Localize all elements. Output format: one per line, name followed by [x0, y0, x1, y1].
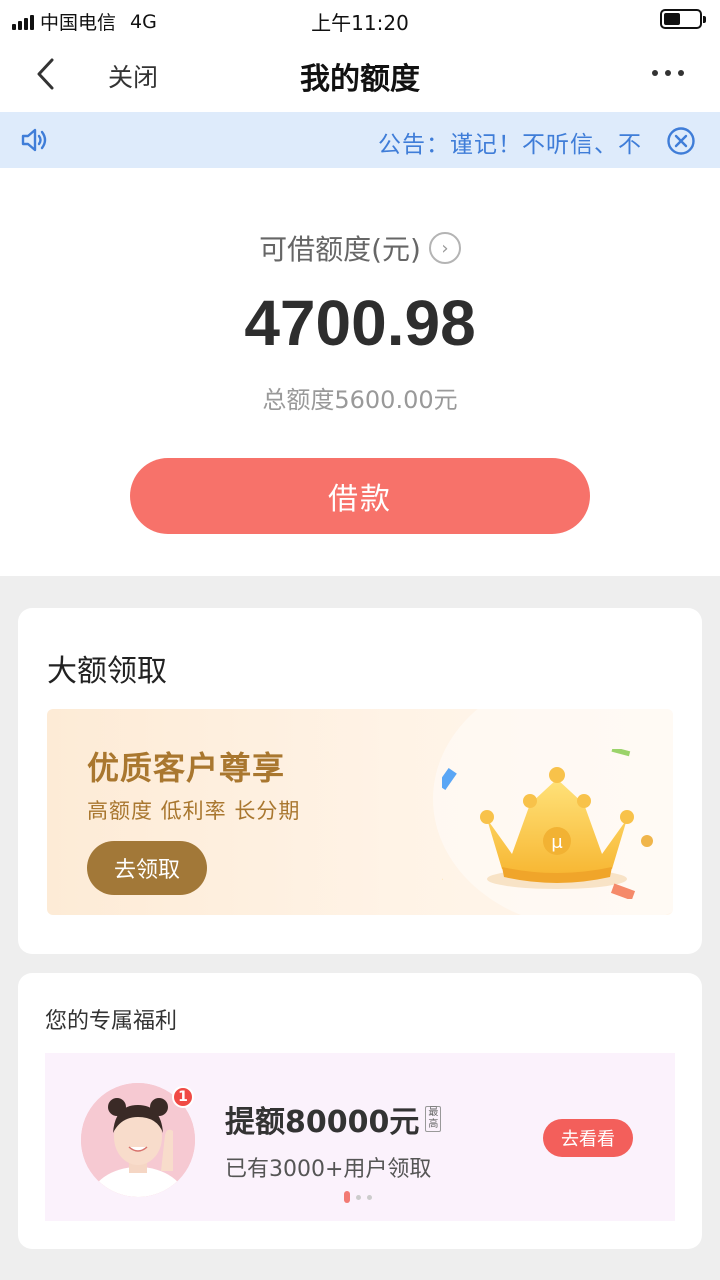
available-label-row: 可借额度(元) ›	[0, 228, 720, 268]
status-bar: 中国电信 4G 上午11:20	[0, 0, 720, 38]
available-amount: 4700.98	[244, 287, 476, 359]
crown-icon: μ	[442, 749, 653, 899]
speaker-icon	[21, 128, 47, 152]
crown-letter: μ	[551, 832, 563, 853]
notice-text[interactable]: 公告：谨记！不听信、不	[378, 125, 642, 159]
large-claim-card: 大额领取 优质客户尊享 高额度 低利率 长分期 去领取 μ	[18, 608, 702, 954]
back-icon[interactable]	[30, 56, 66, 92]
max-tag: 最高	[425, 1106, 442, 1132]
status-time: 上午11:20	[311, 11, 409, 35]
view-button[interactable]: 去看看	[543, 1119, 633, 1157]
section-title: 您的专属福利	[45, 1009, 178, 1034]
carousel-dot	[367, 1194, 372, 1200]
close-icon[interactable]	[666, 126, 696, 156]
nav-bar: 关闭 我的额度	[0, 38, 720, 112]
banner-subtitle: 高额度 低利率 长分期	[87, 799, 301, 823]
vip-banner[interactable]: 优质客户尊享 高额度 低利率 长分期 去领取 μ	[47, 709, 673, 915]
carousel-dot	[356, 1194, 361, 1200]
available-label: 可借额度(元)	[259, 233, 421, 266]
section-title: 大额领取	[47, 654, 167, 689]
claim-button[interactable]: 去领取	[87, 841, 207, 895]
total-amount: 总额度5600.00元	[262, 386, 458, 414]
carousel-dots[interactable]	[344, 1191, 372, 1203]
notice-bar[interactable]: 公告：谨记！不听信、不	[0, 112, 720, 168]
benefits-card: 您的专属福利 1 提额80000元 最高 已有3000+用户领取 去看看	[18, 973, 702, 1249]
close-button[interactable]: 关闭	[108, 58, 158, 94]
credit-panel: 可借额度(元) › 4700.98 总额度5600.00元 借款	[0, 168, 720, 576]
promo-subtitle: 已有3000+用户领取	[225, 1157, 432, 1182]
notification-badge: 1	[172, 1086, 194, 1108]
carousel-dot-active	[344, 1191, 350, 1203]
more-icon[interactable]	[652, 70, 684, 76]
banner-heading: 优质客户尊享	[87, 749, 286, 787]
borrow-button[interactable]: 借款	[130, 458, 590, 534]
battery-icon	[660, 9, 706, 29]
promo-banner[interactable]: 1 提额80000元 最高 已有3000+用户领取 去看看	[45, 1053, 675, 1221]
promo-heading-text: 提额80000元	[225, 1105, 420, 1140]
chevron-right-icon[interactable]: ›	[428, 232, 461, 264]
promo-heading: 提额80000元 最高	[225, 1097, 442, 1141]
